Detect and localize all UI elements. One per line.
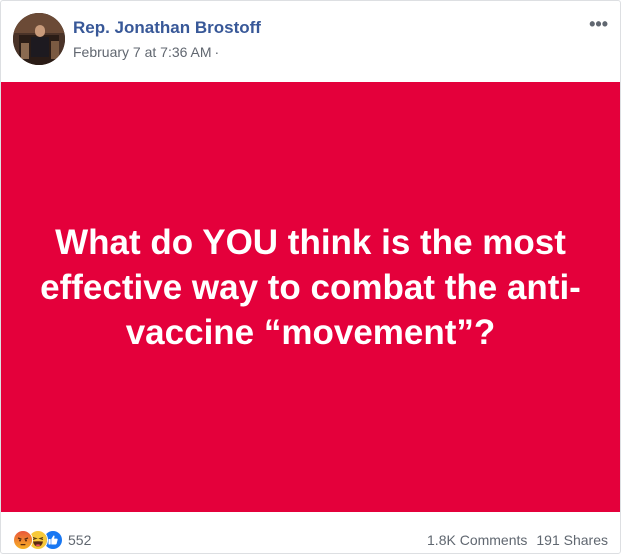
more-options-icon[interactable]: ••• [589, 15, 608, 33]
post-timestamp[interactable]: February 7 at 7:36 AM [73, 44, 212, 60]
post-footer: 552 1.8K Comments 191 Shares [1, 512, 620, 554]
avatar-image [13, 13, 65, 65]
meta-separator: · [214, 44, 220, 60]
reactions-summary[interactable]: 552 [13, 530, 91, 550]
post-text-card: What do YOU think is the most effective … [1, 82, 620, 512]
author-name-link[interactable]: Rep. Jonathan Brostoff [73, 18, 261, 38]
reaction-count: 552 [68, 532, 92, 548]
facebook-post: Rep. Jonathan Brostoff February 7 at 7:3… [0, 0, 621, 554]
card-text: What do YOU think is the most effective … [40, 222, 581, 352]
post-header: Rep. Jonathan Brostoff February 7 at 7:3… [1, 1, 620, 82]
author-avatar[interactable] [13, 13, 65, 65]
post-stats: 1.8K Comments 191 Shares [427, 532, 608, 548]
post-meta: February 7 at 7:36 AM · [73, 44, 219, 60]
comments-count-link[interactable]: 1.8K Comments [427, 532, 527, 548]
angry-icon [13, 530, 33, 550]
shares-count-link[interactable]: 191 Shares [536, 532, 608, 548]
